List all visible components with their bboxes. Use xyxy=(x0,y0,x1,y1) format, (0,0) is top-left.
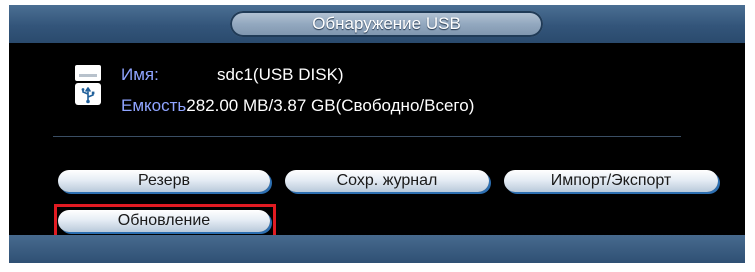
dialog-title: Обнаружение USB xyxy=(230,11,543,37)
device-name-label: Имя: xyxy=(121,65,159,84)
device-name-value: sdc1(USB DISK) xyxy=(217,65,344,84)
usb-drive-icon xyxy=(75,65,101,105)
usb-detection-dialog: Обнаружение USB Имя: sdc1(USB DISK) Емко… xyxy=(9,5,745,263)
device-name-row: Имя: sdc1(USB DISK) xyxy=(121,65,344,85)
save-log-button[interactable]: Сохр. журнал xyxy=(285,170,489,192)
backup-button[interactable]: Резерв xyxy=(58,170,270,192)
import-export-button[interactable]: Импорт/Экспорт xyxy=(504,170,718,192)
device-capacity-value: 282.00 MB/3.87 GB(Свободно/Всего) xyxy=(186,96,475,115)
update-button-highlight xyxy=(54,204,276,238)
device-capacity-row: Емкость282.00 MB/3.87 GB(Свободно/Всего) xyxy=(121,96,474,116)
title-bar: Обнаружение USB xyxy=(9,5,745,43)
device-capacity-label: Емкость xyxy=(121,96,187,115)
bottom-bar xyxy=(9,235,745,263)
divider xyxy=(53,136,681,137)
